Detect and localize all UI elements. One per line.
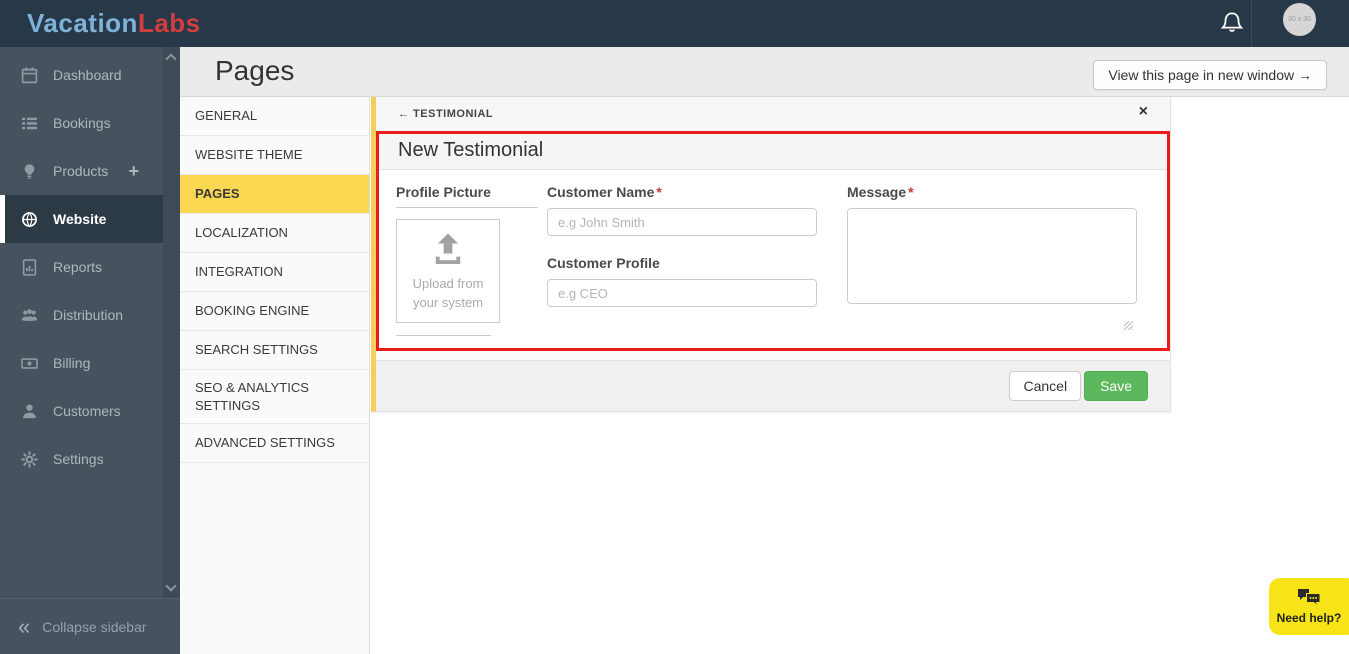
save-button[interactable]: Save <box>1084 371 1148 401</box>
collapse-chevrons-icon: « <box>18 613 31 639</box>
submenu-item-pages[interactable]: PAGES <box>180 175 369 214</box>
user-icon <box>23 403 36 418</box>
profile-column-divider <box>396 335 491 336</box>
notifications-bell-icon[interactable] <box>1220 11 1244 35</box>
customer-name-input[interactable] <box>547 208 817 236</box>
brand-logo[interactable]: VacationLabs <box>27 8 201 39</box>
collapse-sidebar-button[interactable]: « Collapse sidebar <box>0 598 180 654</box>
panel-footer: Cancel Save <box>376 360 1170 411</box>
lightbulb-icon <box>24 163 35 179</box>
active-item-indicator <box>0 195 5 243</box>
logo-primary: Vacation <box>27 8 138 38</box>
sidebar-item-label: Bookings <box>53 115 111 131</box>
submenu-item-seo-analytics-settings[interactable]: SEO & ANALYTICS SETTINGS <box>180 370 369 425</box>
message-column: Message * <box>847 184 1137 336</box>
submenu-item-integration[interactable]: INTEGRATION <box>180 253 369 292</box>
list-icon <box>22 117 37 129</box>
panel-header: ← TESTIMONIAL × <box>376 97 1170 131</box>
page-title: Pages <box>215 55 295 86</box>
submenu-item-advanced-settings[interactable]: ADVANCED SETTINGS <box>180 424 369 464</box>
sidebar-item-label: Dashboard <box>53 67 122 83</box>
submenu-item-localization[interactable]: LOCALIZATION <box>180 214 369 253</box>
customer-fields-column: Customer Name* Customer Profile <box>547 184 817 336</box>
sidebar-item-label: Customers <box>53 403 121 419</box>
testimonial-panel: ← TESTIMONIAL × New Testimonial Profile … <box>371 97 1171 412</box>
upload-dropzone[interactable]: Upload from your system <box>396 219 500 323</box>
need-help-label: Need help? <box>1276 611 1342 625</box>
resize-grip-icon[interactable] <box>1124 321 1133 330</box>
users-group-icon <box>21 308 38 321</box>
sidebar-item-label: Billing <box>53 355 91 371</box>
top-navbar: VacationLabs 30 x 30 <box>0 0 1349 47</box>
banknote-icon <box>21 357 38 369</box>
website-submenu: GENERAL WEBSITE THEME PAGES LOCALIZATION… <box>180 97 370 654</box>
customer-profile-label: Customer Profile <box>547 255 660 271</box>
collapse-sidebar-label: Collapse sidebar <box>42 618 147 635</box>
app-window: VacationLabs 30 x 30 Dashboard Bookings … <box>0 0 1349 654</box>
user-avatar[interactable]: 30 x 30 <box>1283 3 1316 36</box>
upload-arrow-icon <box>435 233 461 265</box>
sidebar-item-label: Settings <box>53 451 104 467</box>
message-textarea[interactable] <box>847 208 1137 304</box>
sidebar-item-dashboard[interactable]: Dashboard <box>0 51 163 99</box>
sidebar-item-bookings[interactable]: Bookings <box>0 99 163 147</box>
gear-icon <box>21 450 38 468</box>
submenu-item-website-theme[interactable]: WEBSITE THEME <box>180 136 369 175</box>
calendar-icon <box>21 67 38 83</box>
upload-line-1: Upload from <box>412 276 484 292</box>
upload-line-2: your system <box>412 295 484 310</box>
customer-profile-input[interactable] <box>547 279 817 307</box>
submenu-item-search-settings[interactable]: SEARCH SETTINGS <box>180 331 369 370</box>
testimonial-form: Profile Picture Upload from your system … <box>379 170 1167 348</box>
main-sidebar: Dashboard Bookings Products + Website Re… <box>0 47 180 598</box>
required-marker: * <box>908 184 914 200</box>
sidebar-item-label: Website <box>53 211 107 227</box>
sidebar-item-website[interactable]: Website <box>0 195 163 243</box>
back-to-testimonial-link[interactable]: ← TESTIMONIAL <box>398 108 493 120</box>
close-icon[interactable]: × <box>1139 104 1148 120</box>
form-title: New Testimonial <box>398 139 544 161</box>
sidebar-item-label: Products <box>53 163 109 179</box>
report-document-icon <box>22 258 37 276</box>
add-product-icon[interactable]: + <box>128 161 139 182</box>
logo-accent: Labs <box>137 8 201 38</box>
globe-icon <box>22 211 37 227</box>
form-title-bar: New Testimonial <box>379 134 1167 170</box>
submenu-item-booking-engine[interactable]: BOOKING ENGINE <box>180 292 369 331</box>
navbar-divider <box>1251 0 1252 47</box>
need-help-widget[interactable]: Need help? <box>1269 578 1349 635</box>
avatar-placeholder-text: 30 x 30 <box>1288 16 1311 23</box>
scroll-up-icon[interactable] <box>165 53 177 65</box>
cancel-button[interactable]: Cancel <box>1009 371 1082 401</box>
sidebar-item-customers[interactable]: Customers <box>0 387 163 435</box>
chat-bubbles-icon <box>1298 589 1321 607</box>
profile-picture-column: Profile Picture Upload from your system <box>396 184 538 336</box>
submenu-item-general[interactable]: GENERAL <box>180 97 369 136</box>
sidebar-item-label: Distribution <box>53 307 124 323</box>
sidebar-item-distribution[interactable]: Distribution <box>0 291 163 339</box>
required-marker: * <box>656 184 662 200</box>
customer-name-label: Customer Name * <box>547 184 662 200</box>
profile-picture-label: Profile Picture <box>396 184 538 208</box>
scroll-down-icon[interactable] <box>165 580 177 592</box>
upload-instruction-text: Upload from your system <box>413 275 484 313</box>
sidebar-item-reports[interactable]: Reports <box>0 243 163 291</box>
new-testimonial-highlight-region: New Testimonial Profile Picture Upload f… <box>376 131 1170 351</box>
view-page-new-window-button[interactable]: View this page in new window → <box>1093 60 1327 90</box>
sidebar-item-products[interactable]: Products + <box>0 147 163 195</box>
sidebar-item-label: Reports <box>53 259 103 275</box>
sidebar-scrollbar[interactable] <box>163 47 180 598</box>
message-label: Message * <box>847 184 914 200</box>
sidebar-item-settings[interactable]: Settings <box>0 435 163 483</box>
sidebar-item-billing[interactable]: Billing <box>0 339 163 387</box>
